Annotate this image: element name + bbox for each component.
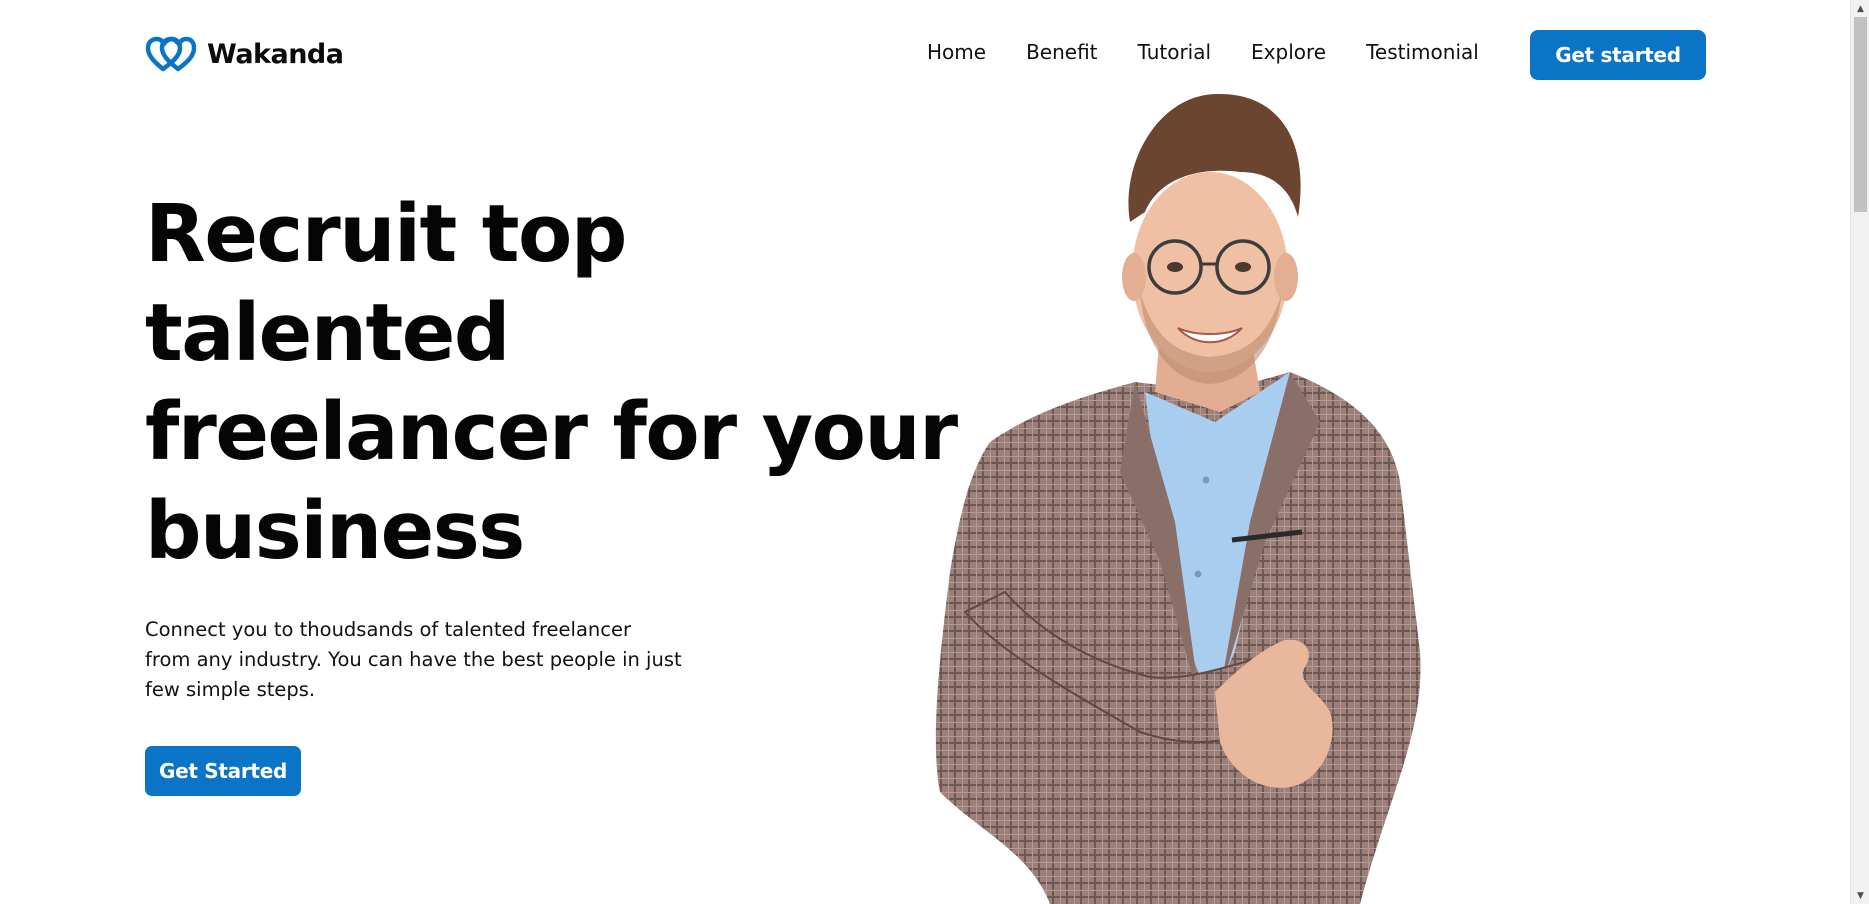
scrollbar-thumb[interactable] (1854, 17, 1867, 212)
hero-portrait-image (935, 93, 1421, 904)
landing-page: Wakanda Home Benefit Tutorial Explore Te… (0, 0, 1869, 904)
hero-title-line: freelancer for your (145, 386, 958, 478)
nav-item-explore[interactable]: Explore (1251, 40, 1326, 64)
hero-description: Connect you to thoudsands of talented fr… (145, 615, 715, 705)
nav-item-testimonial[interactable]: Testimonial (1366, 40, 1479, 64)
brand-name: Wakanda (207, 38, 344, 70)
scroll-up-arrow-icon[interactable]: ▲ (1851, 0, 1869, 17)
nav-item-tutorial[interactable]: Tutorial (1138, 40, 1212, 64)
hero-title-line: talented (145, 287, 510, 379)
hero-description-line: Connect you to thoudsands of talented fr… (145, 618, 631, 641)
hero-title: Recruit top talented freelancer for your… (145, 185, 958, 581)
nav-item-home[interactable]: Home (927, 40, 986, 64)
brand[interactable]: Wakanda (145, 36, 344, 72)
hero-description-line: from any industry. You can have the best… (145, 648, 682, 671)
hero-title-line: Recruit top (145, 188, 627, 280)
get-started-header-button[interactable]: Get started (1530, 30, 1706, 80)
hero-title-line: business (145, 485, 525, 577)
nav-item-benefit[interactable]: Benefit (1026, 40, 1097, 64)
page-scrollbar[interactable]: ▲ ▼ (1850, 0, 1869, 904)
get-started-hero-button[interactable]: Get Started (145, 746, 301, 796)
double-heart-logo-icon (145, 36, 197, 72)
scroll-down-arrow-icon[interactable]: ▼ (1851, 887, 1869, 904)
main-nav: Home Benefit Tutorial Explore Testimonia… (927, 40, 1519, 64)
hero-description-line: few simple steps. (145, 678, 316, 701)
